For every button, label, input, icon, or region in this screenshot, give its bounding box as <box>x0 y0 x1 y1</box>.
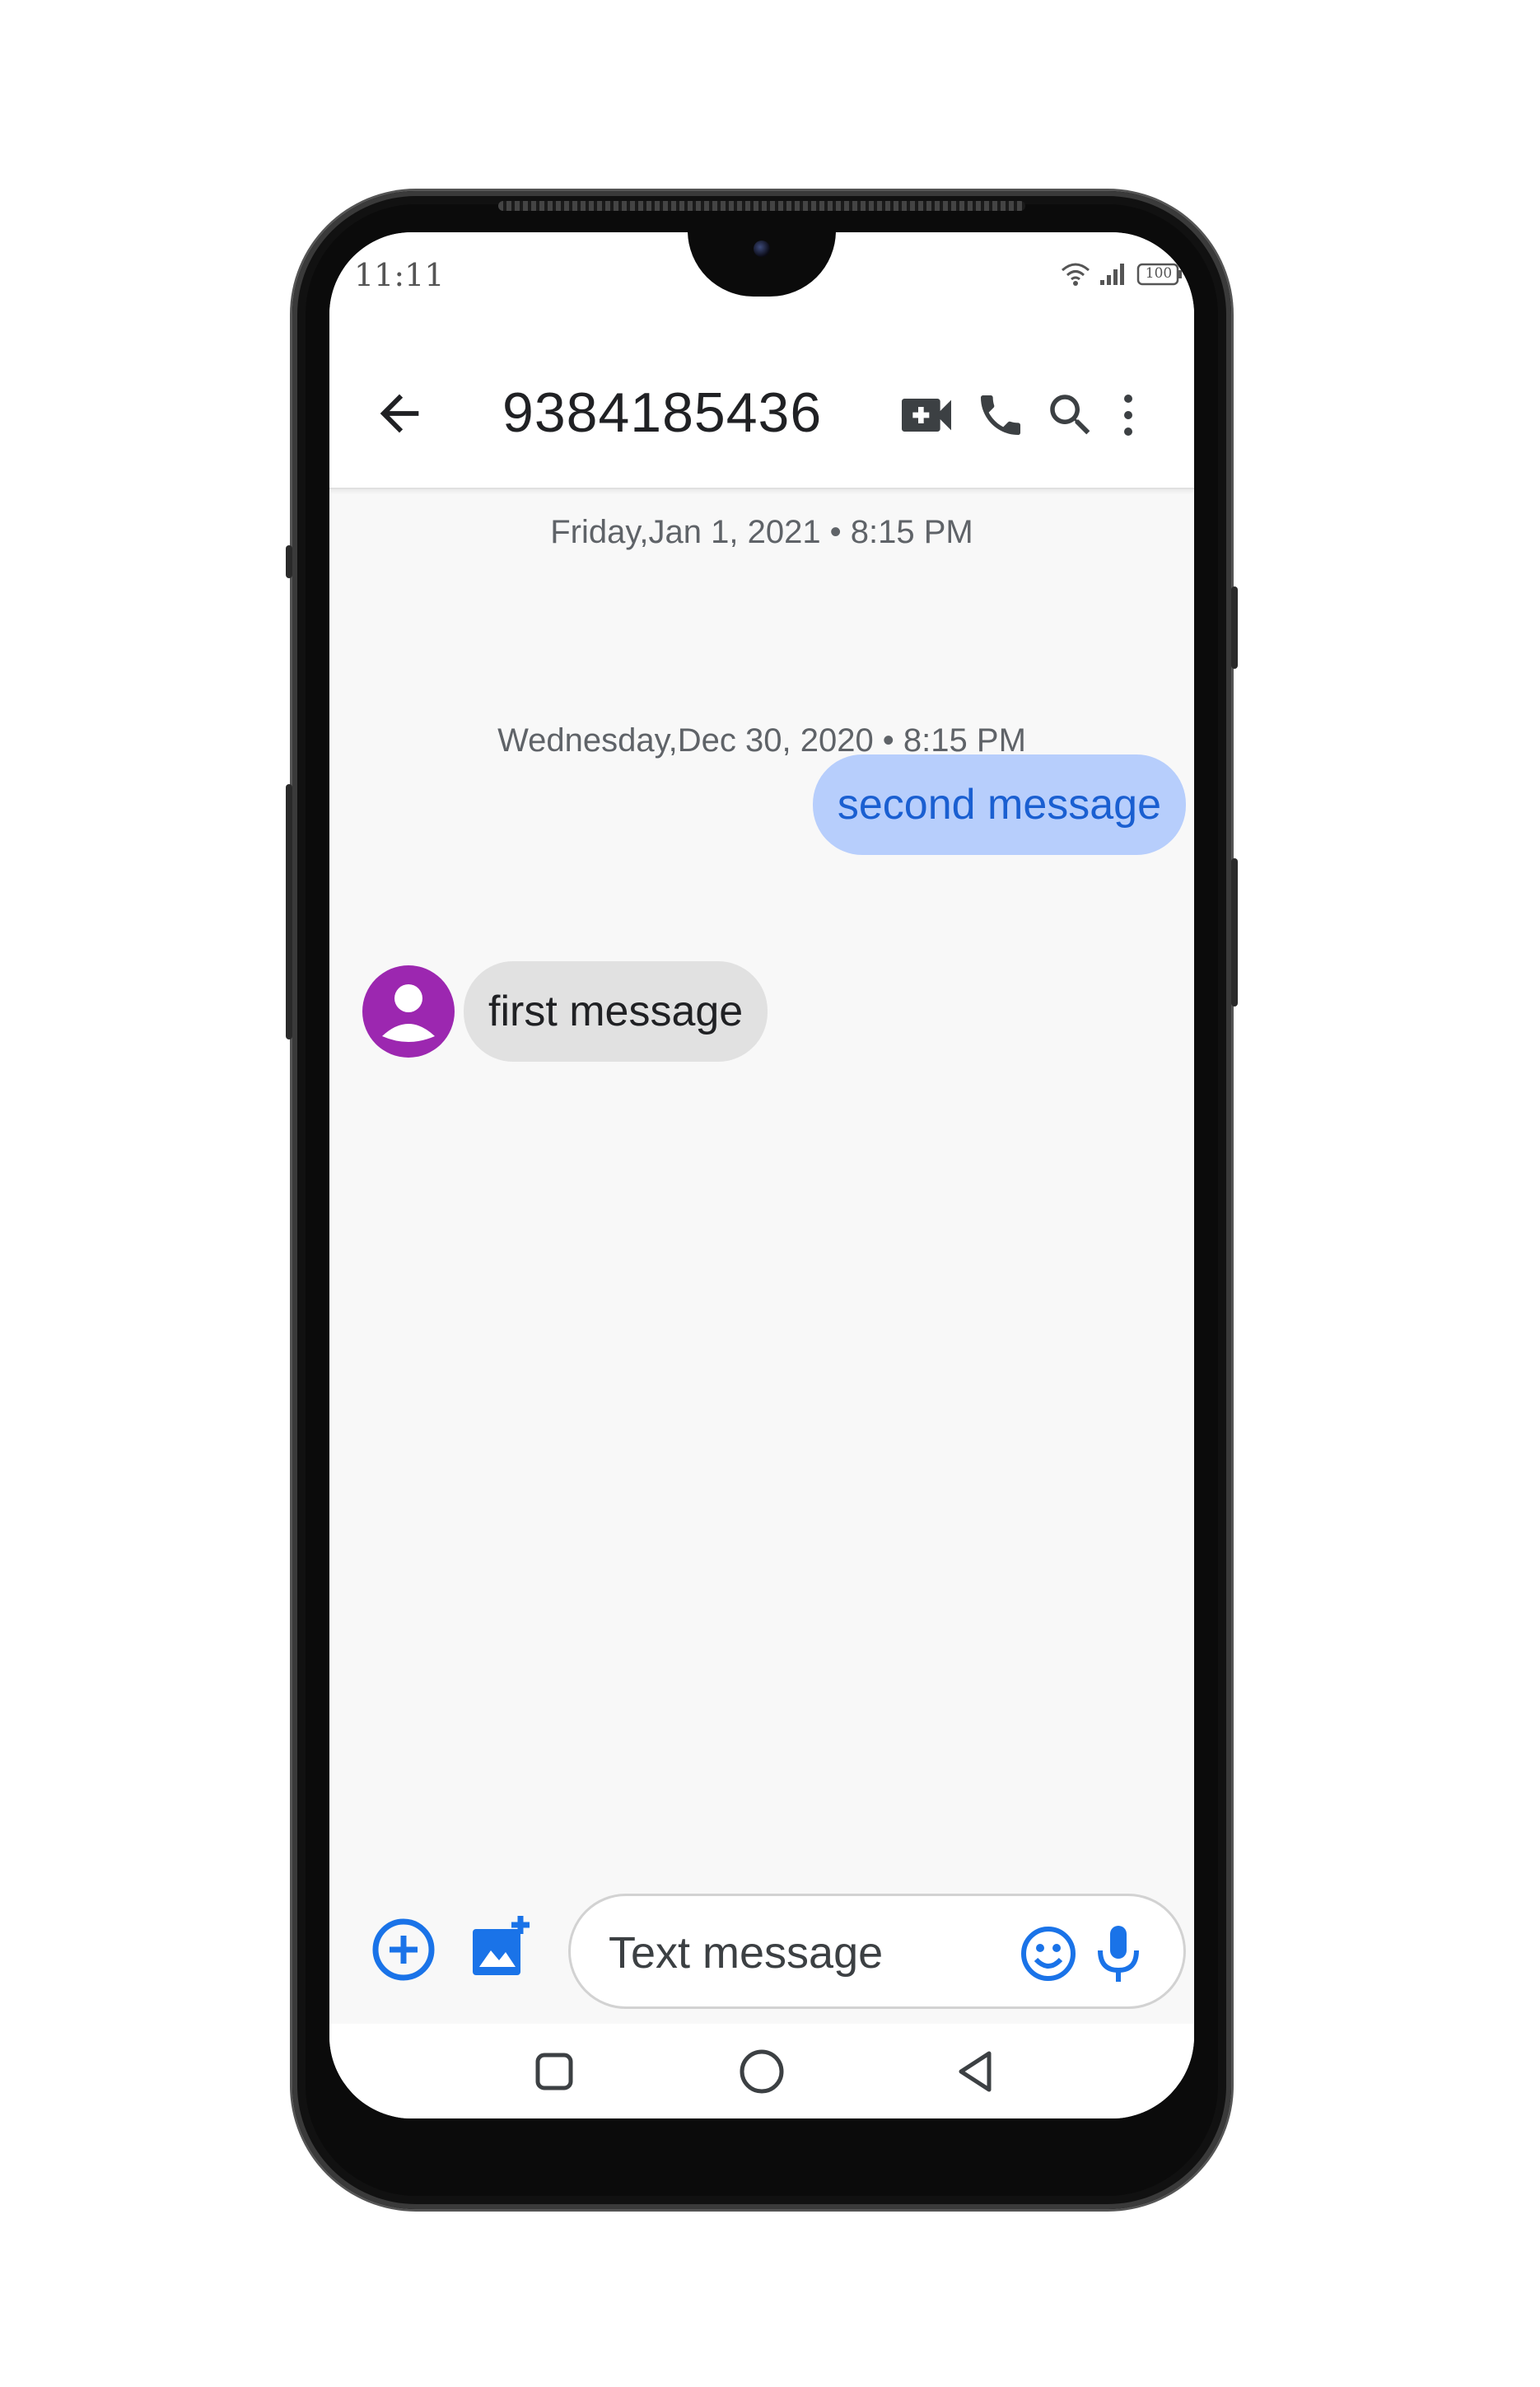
message-timestamp: Wednesday,Dec 30, 2020 • 8:15 PM <box>497 722 1026 759</box>
battery-icon: 100 <box>1136 263 1183 286</box>
system-navigation-bar <box>329 2024 1194 2118</box>
person-icon <box>382 984 435 1042</box>
back-triangle-icon[interactable] <box>951 2047 1001 2096</box>
earpiece-speaker <box>498 201 1025 211</box>
mic-icon[interactable] <box>1094 1922 1143 1985</box>
message-timestamp: Friday,Jan 1, 2021 • 8:15 PM <box>550 514 973 550</box>
screen: 11:11 100 9384185436 Friday,Jan 1, 2021 … <box>329 232 1194 2118</box>
status-icons: 100 <box>1061 262 1183 287</box>
app-bar: 9384185436 <box>329 339 1194 489</box>
contact-avatar[interactable] <box>362 965 455 1058</box>
recents-square-icon[interactable] <box>530 2047 579 2096</box>
arrow-back-icon[interactable] <box>371 385 428 442</box>
side-button-left-volume <box>286 784 292 1039</box>
signal-icon <box>1099 262 1128 287</box>
battery-level: 100 <box>1145 265 1173 282</box>
phone-frame: 11:11 100 9384185436 Friday,Jan 1, 2021 … <box>286 191 1238 2209</box>
phone-call-icon[interactable] <box>968 382 1034 448</box>
emoji-icon[interactable] <box>1020 1925 1077 1983</box>
camera-notch <box>688 232 836 297</box>
message-composer <box>329 1884 1194 2024</box>
front-camera <box>754 241 770 257</box>
home-circle-icon[interactable] <box>737 2047 786 2096</box>
side-button-left <box>286 545 292 578</box>
wifi-icon <box>1061 262 1090 287</box>
more-vert-icon[interactable] <box>1112 382 1145 448</box>
message-input[interactable] <box>607 1926 973 1980</box>
search-icon[interactable] <box>1038 382 1104 448</box>
add-photo-icon[interactable] <box>469 1913 535 1978</box>
status-bar: 11:11 100 <box>329 232 1194 339</box>
side-button-right-power <box>1231 858 1238 1007</box>
video-call-icon[interactable] <box>894 382 959 448</box>
side-button-right-alert <box>1231 586 1238 669</box>
message-text-field[interactable] <box>568 1894 1186 2009</box>
outgoing-message-bubble[interactable]: second message <box>812 754 1186 855</box>
contact-title: 9384185436 <box>502 381 823 444</box>
add-circle-icon[interactable] <box>371 1917 436 1983</box>
incoming-message-bubble[interactable]: first message <box>464 961 768 1062</box>
status-time: 11:11 <box>354 257 445 293</box>
